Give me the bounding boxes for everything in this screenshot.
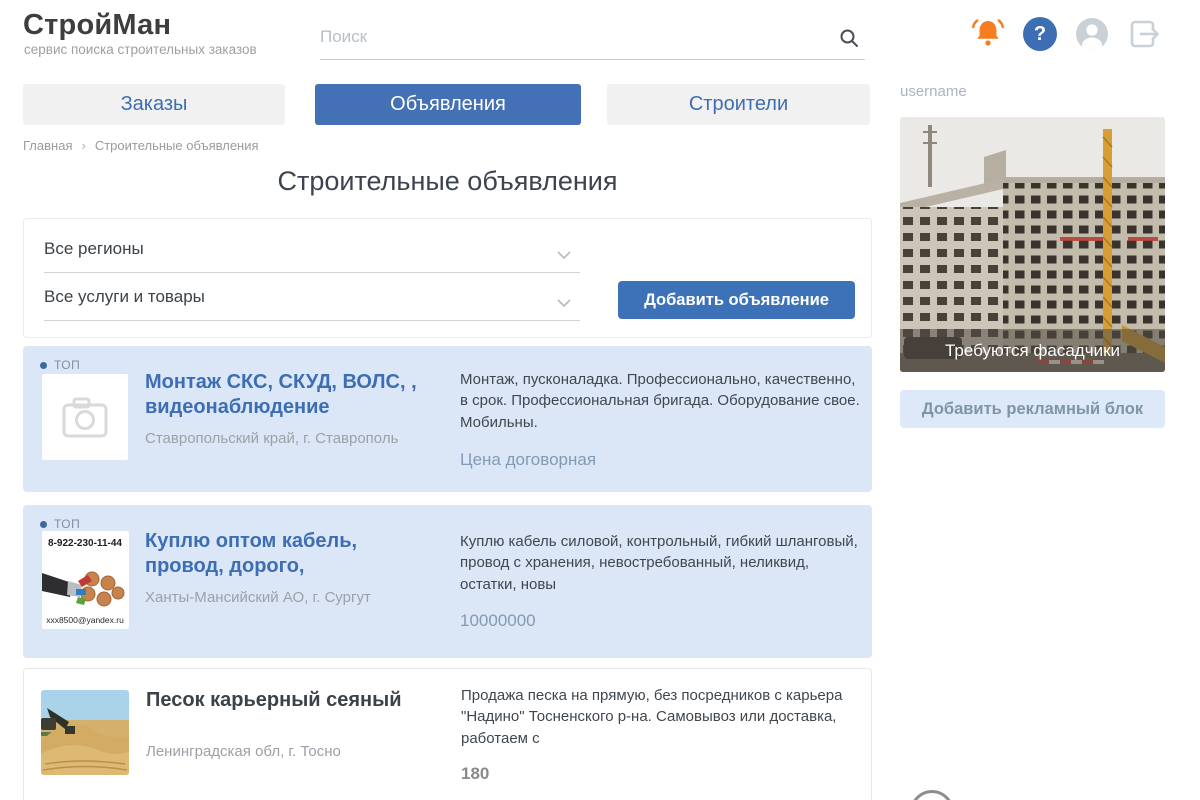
tab-orders[interactable]: Заказы (23, 84, 285, 125)
logout-icon[interactable] (1128, 17, 1162, 51)
breadcrumb-separator: › (81, 138, 85, 153)
add-listing-button[interactable]: Добавить объявление (618, 281, 855, 319)
listing-card: Песок карьерный сеяный Ленинградская обл… (23, 668, 872, 800)
listing-location: Ханты-Мансийский АО, г. Сургут (145, 589, 371, 606)
chevron-down-icon (557, 295, 571, 313)
divider (44, 272, 580, 273)
top-dot-icon (40, 362, 47, 369)
logo[interactable]: СтройМан (23, 9, 171, 42)
tab-builders[interactable]: Строители (607, 84, 870, 125)
search-icon[interactable] (839, 28, 859, 53)
listing-thumbnail-sand-photo[interactable] (41, 690, 129, 775)
partial-circle-element (910, 790, 954, 800)
logo-tagline: сервис поиска строительных заказов (24, 42, 257, 57)
listing-title-link[interactable]: Монтаж СКС, СКУД, ВОЛС, , видеонаблюдени… (145, 370, 475, 420)
tab-listings[interactable]: Объявления (315, 84, 581, 125)
camera-icon (42, 374, 128, 460)
breadcrumb: Главная › Строительные объявления (23, 138, 259, 153)
search-field-wrap (320, 14, 865, 60)
top-badge: ТОП (40, 517, 80, 531)
listing-description: Продажа песка на прямую, без посредников… (461, 685, 861, 749)
search-input[interactable] (320, 14, 820, 54)
text-fade-overlay (760, 575, 856, 597)
listing-thumbnail-cable-photo[interactable]: 8-922-230-11-44 xxx8500@yandex.ru (42, 531, 129, 629)
category-select[interactable]: Все услуги и товары (44, 287, 205, 307)
top-dot-icon (40, 521, 47, 528)
listing-price: 10000000 (460, 611, 536, 631)
divider (44, 320, 580, 321)
username-label: username (900, 83, 967, 100)
top-badge: ТОП (40, 358, 80, 372)
sidebar-ad-banner[interactable]: Требуются фасадчики (900, 117, 1165, 372)
listing-description: Монтаж, пусконаладка. Профессионально, к… (460, 369, 860, 433)
breadcrumb-home[interactable]: Главная (23, 138, 72, 153)
listing-location: Ставропольский край, г. Ставрополь (145, 430, 398, 447)
profile-icon[interactable] (1075, 17, 1109, 51)
stroyman-page: СтройМан сервис поиска строительных зака… (0, 0, 1200, 800)
ad-caption: Требуются фасадчики (900, 329, 1165, 372)
breadcrumb-current: Строительные объявления (95, 138, 259, 153)
listing-title-link[interactable]: Куплю оптом кабель, провод, дорого, (145, 529, 395, 579)
listing-thumbnail-placeholder[interactable] (42, 374, 128, 460)
svg-text:xxx8500@yandex.ru: xxx8500@yandex.ru (46, 615, 124, 625)
add-ad-block-button[interactable]: Добавить рекламный блок (900, 390, 1165, 428)
listing-price: Цена договорная (460, 450, 596, 470)
help-icon[interactable]: ? (1023, 17, 1057, 51)
page-title: Строительные объявления (23, 166, 872, 197)
filters-panel: Все регионы Все услуги и товары Добавить… (23, 218, 872, 338)
listing-card: ТОП Монтаж СКС, СКУД, ВОЛС, , видеонаблю… (23, 346, 872, 492)
region-select[interactable]: Все регионы (44, 239, 144, 259)
chevron-down-icon (557, 247, 571, 265)
listing-title-link[interactable]: Песок карьерный сеяный (146, 688, 476, 713)
bell-icon[interactable] (969, 14, 1007, 52)
listing-price: 180 (461, 764, 489, 784)
svg-text:8-922-230-11-44: 8-922-230-11-44 (48, 538, 122, 549)
listing-location: Ленинградская обл, г. Тосно (146, 743, 341, 760)
listing-card: ТОП 8-922-230-11-44 xxx8500@yandex.ru (23, 505, 872, 658)
